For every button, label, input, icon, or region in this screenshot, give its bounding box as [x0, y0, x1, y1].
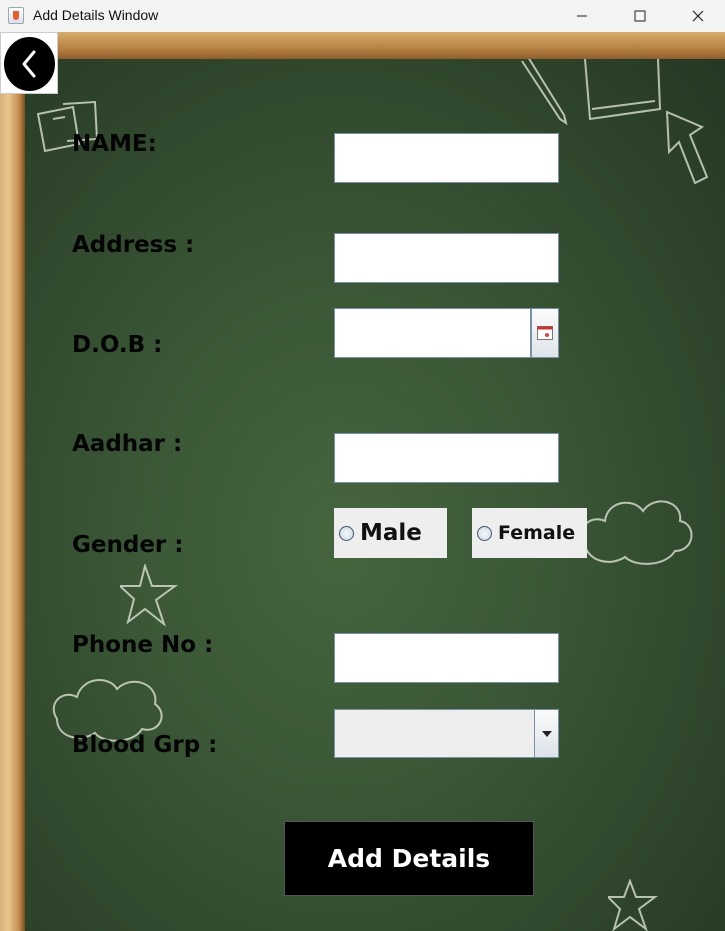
pencil-doodle-icon: [521, 59, 568, 126]
add-details-button[interactable]: Add Details: [284, 821, 534, 896]
name-field[interactable]: [334, 133, 559, 183]
radio-dot-icon: [477, 525, 492, 541]
back-button[interactable]: [0, 32, 58, 94]
aadhar-field[interactable]: [334, 433, 559, 483]
phone-label: Phone No :: [72, 632, 214, 658]
phone-field[interactable]: [334, 633, 559, 683]
board-frame-top: [0, 32, 725, 60]
date-picker-button[interactable]: [531, 308, 559, 358]
minimize-button[interactable]: [553, 0, 611, 32]
minimize-icon: [577, 15, 587, 17]
dob-field[interactable]: [334, 308, 531, 358]
maximize-button[interactable]: [611, 0, 669, 32]
maximize-icon: [634, 10, 646, 22]
star-doodle-icon: [608, 879, 658, 931]
back-circle: [4, 37, 55, 91]
blood-group-label: Blood Grp :: [72, 732, 218, 758]
star-doodle-icon: [120, 564, 179, 627]
cloud-doodle-icon: [580, 500, 693, 565]
title-bar: Add Details Window: [0, 0, 725, 32]
arrow-cursor-doodle-icon: [665, 110, 709, 185]
gender-label: Gender :: [72, 532, 184, 558]
gender-female-radio[interactable]: Female: [472, 508, 587, 558]
aadhar-label: Aadhar :: [72, 431, 183, 457]
address-field[interactable]: [334, 233, 559, 283]
chevron-left-icon: [22, 50, 35, 78]
board-frame-left: [0, 32, 25, 931]
close-button[interactable]: [669, 0, 725, 32]
calendar-icon: [537, 326, 553, 340]
radio-dot-icon: [339, 525, 354, 541]
dob-label: D.O.B :: [72, 332, 163, 358]
name-label: NAME:: [72, 131, 157, 157]
male-label: Male: [360, 520, 422, 546]
java-app-icon: [8, 7, 24, 24]
blood-group-select[interactable]: [334, 709, 559, 758]
female-label: Female: [498, 522, 576, 544]
window-title: Add Details Window: [33, 7, 159, 23]
address-label: Address :: [72, 232, 195, 258]
close-icon: [692, 10, 704, 22]
board-slate: [25, 59, 725, 931]
caret-down-icon: [541, 730, 552, 737]
gender-male-radio[interactable]: Male: [334, 508, 447, 558]
dropdown-arrow-button[interactable]: [534, 710, 558, 757]
